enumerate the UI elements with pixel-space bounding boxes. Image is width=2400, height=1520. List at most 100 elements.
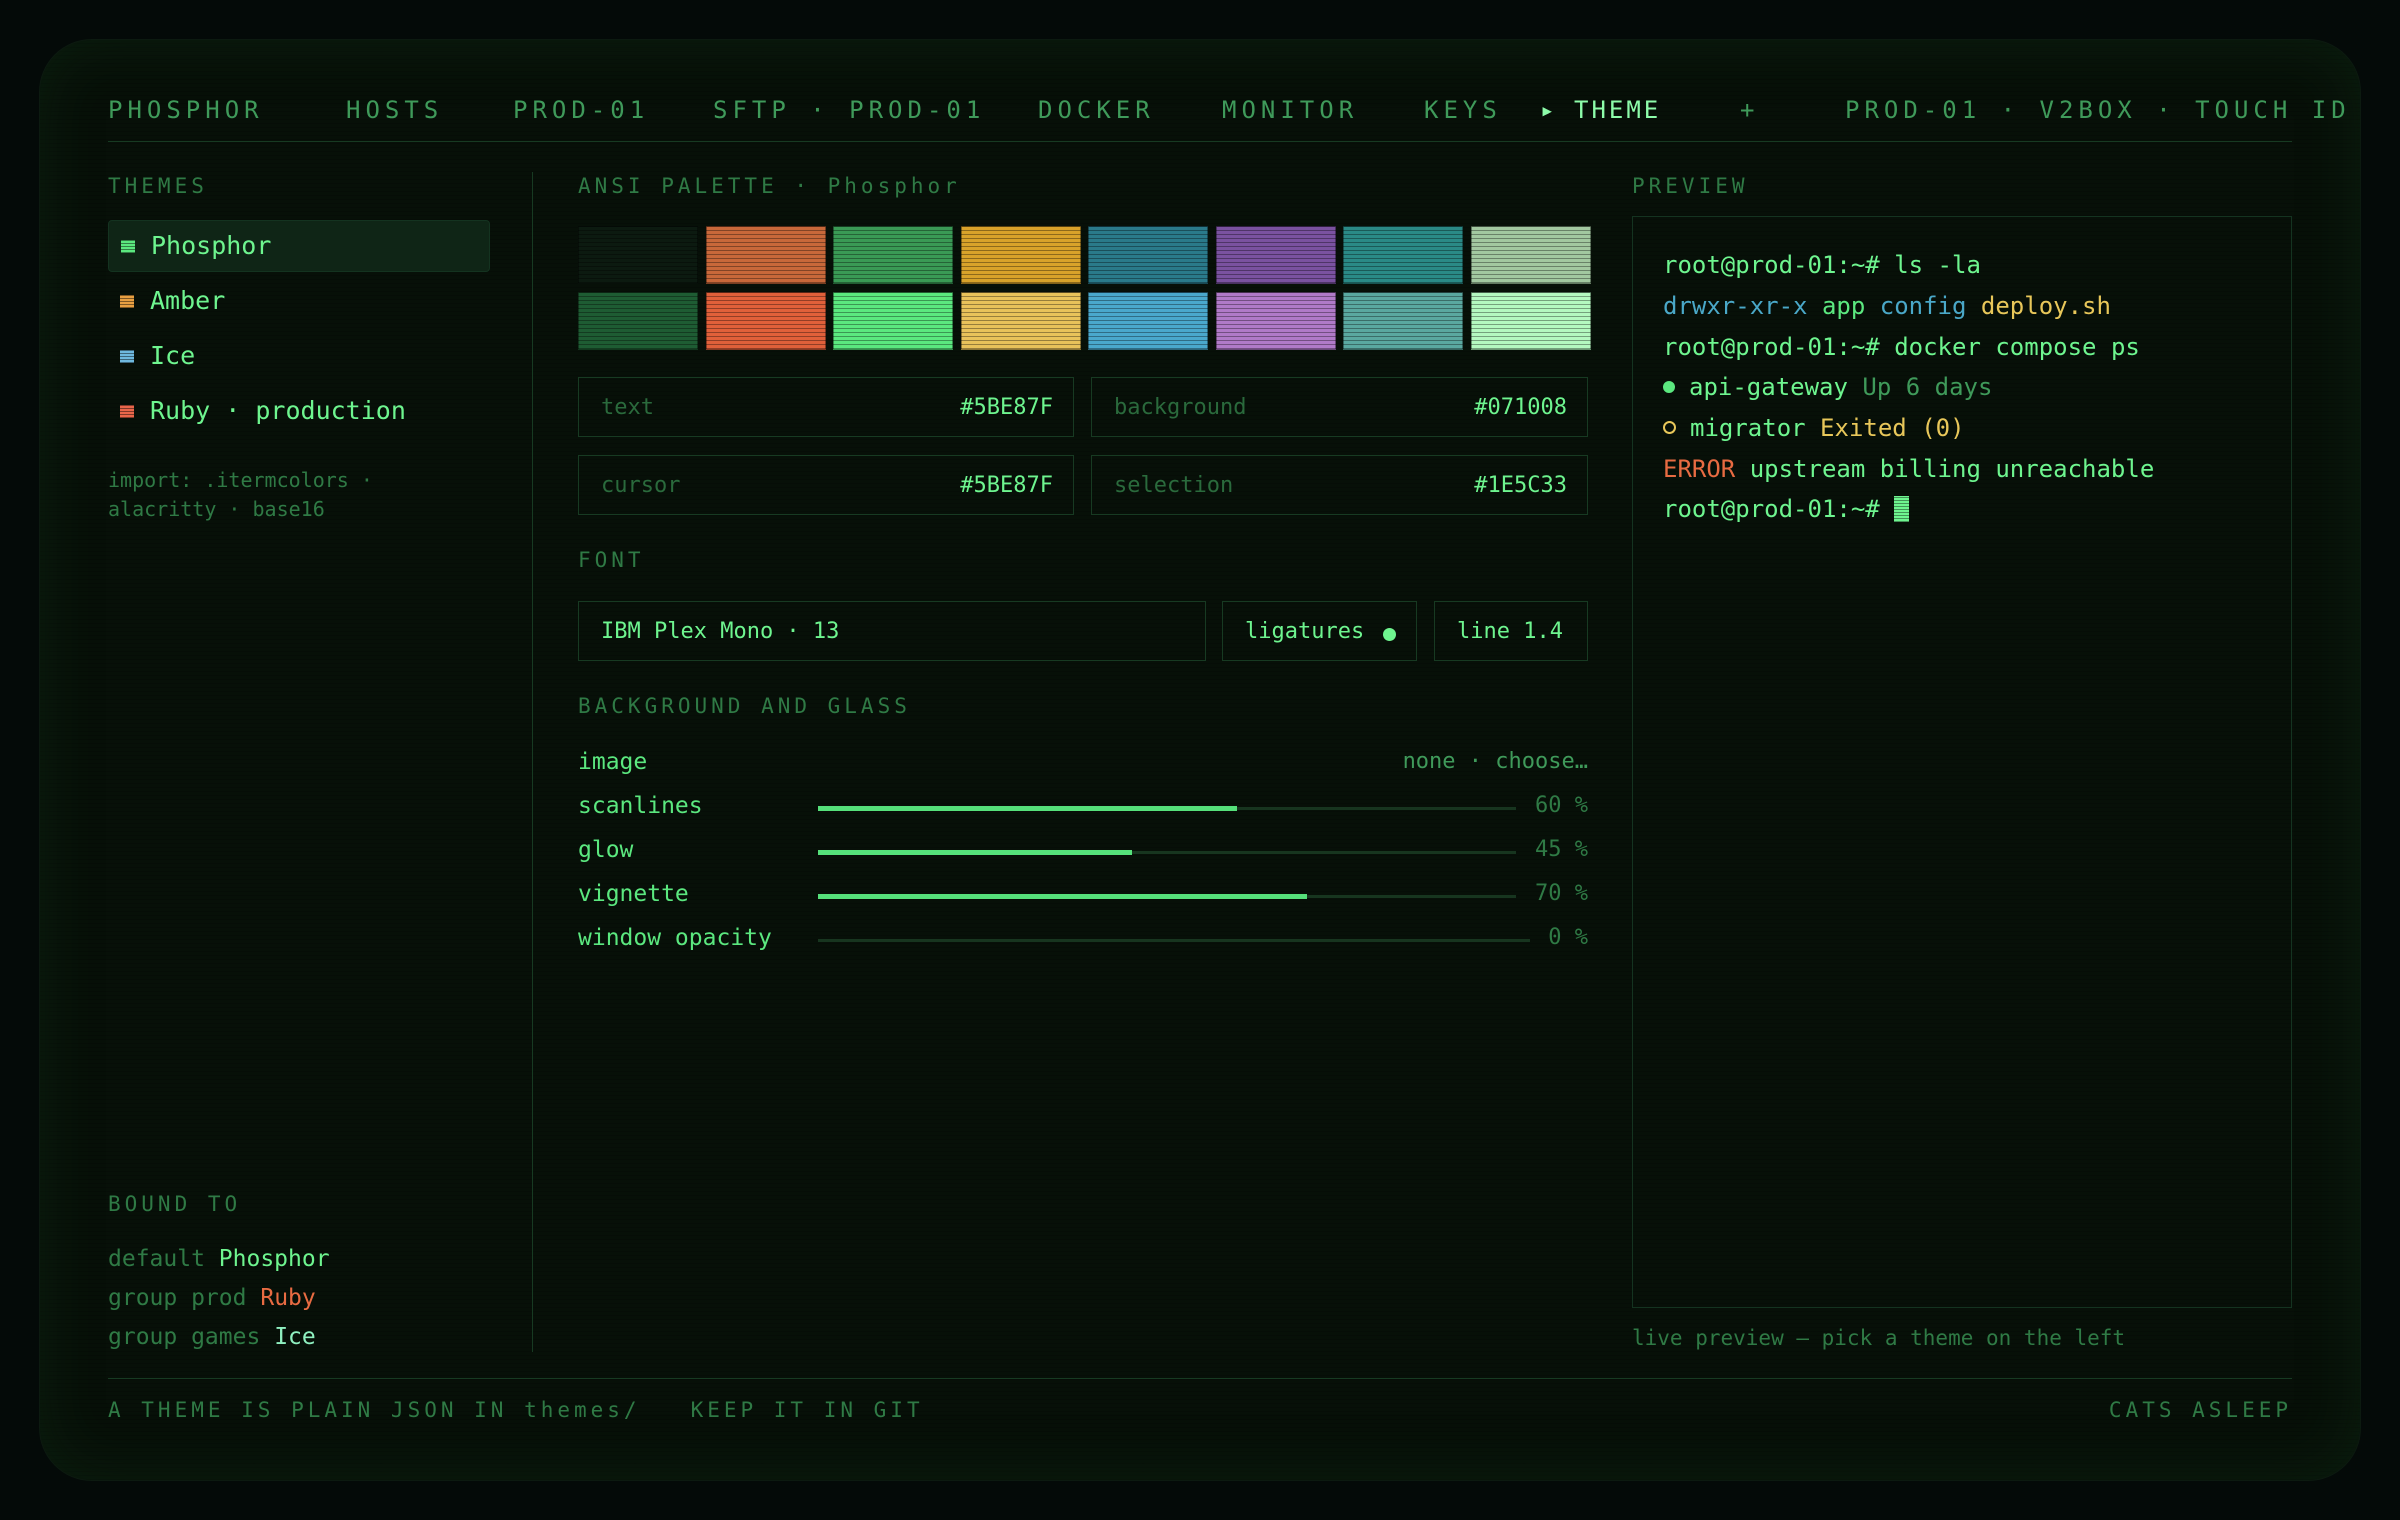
ansi-swatch-7[interactable] <box>1470 226 1591 284</box>
font-family-field[interactable]: IBM Plex Mono · 13 <box>578 601 1206 661</box>
file-name: deploy.sh <box>1966 292 2111 320</box>
service-status: Up 6 days <box>1847 373 1993 401</box>
cursor-color-field[interactable]: cursor #5BE87F <box>578 455 1074 515</box>
text-color-field[interactable]: text #5BE87F <box>578 377 1074 437</box>
line-height-field[interactable]: line 1.4 <box>1434 601 1588 661</box>
slider-track[interactable] <box>818 850 1516 855</box>
tab-monitor[interactable]: MONITOR <box>1222 96 1358 124</box>
slider-label: glow <box>578 837 634 863</box>
binding-scope: group games <box>108 1324 261 1350</box>
shell-command: ls -la <box>1879 251 1981 279</box>
ansi-swatch-0[interactable] <box>578 226 698 284</box>
add-tab-button[interactable]: + <box>1740 96 1759 124</box>
slider-row-glow: glow 45 % <box>578 831 1588 871</box>
binding-row[interactable]: default Phosphor <box>108 1240 330 1279</box>
ansi-swatch-1[interactable] <box>705 226 826 284</box>
slider-value: 70 % <box>1535 881 1588 906</box>
ansi-swatch-15[interactable] <box>1470 292 1591 350</box>
tab-theme[interactable]: THEME <box>1574 96 1661 124</box>
slider-fill <box>818 894 1307 899</box>
theme-name: Ice <box>150 341 196 370</box>
background-color-field[interactable]: background #071008 <box>1091 377 1588 437</box>
font-family-value: IBM Plex Mono · 13 <box>601 619 840 644</box>
active-tab-marker: ▸ <box>1540 96 1555 124</box>
sidebar-divider <box>532 172 533 1352</box>
binding-row[interactable]: group prod Ruby <box>108 1279 330 1318</box>
shell-prompt: root@prod-01:~# <box>1663 333 1880 361</box>
shell-prompt: root@prod-01:~# <box>1663 495 1895 523</box>
shell-prompt: root@prod-01:~# <box>1663 251 1880 279</box>
ligatures-label: ligatures <box>1245 619 1365 644</box>
theme-swatch-icon <box>120 350 134 363</box>
binding-row[interactable]: group games Ice <box>108 1318 330 1357</box>
ansi-swatch-3[interactable] <box>960 226 1081 284</box>
slider-track[interactable] <box>818 806 1516 811</box>
ansi-swatch-11[interactable] <box>960 292 1081 350</box>
slider-row-window-opacity: window opacity 0 % <box>578 919 1588 959</box>
palette-heading: ANSI PALETTE · Phosphor <box>578 174 961 198</box>
selection-color-field[interactable]: selection #1E5C33 <box>1091 455 1588 515</box>
theme-item-ruby-production[interactable]: Ruby · production <box>108 386 488 436</box>
service-name: migrator <box>1690 414 1806 442</box>
stopped-circle-icon <box>1663 421 1676 434</box>
preview-line: root@prod-01:~# ls -la <box>1663 251 1981 279</box>
nav-divider <box>108 141 2292 142</box>
ansi-swatch-12[interactable] <box>1088 292 1208 350</box>
ansi-swatch-9[interactable] <box>705 292 826 350</box>
theme-item-amber[interactable]: Amber <box>108 276 488 326</box>
ansi-swatch-10[interactable] <box>833 292 953 350</box>
connection-status: PROD-01 · V2BOX · TOUCH ID <box>1845 96 2351 124</box>
ansi-swatch-6[interactable] <box>1343 226 1463 284</box>
error-tag: ERROR <box>1663 455 1736 483</box>
shell-command: docker compose ps <box>1879 333 2140 361</box>
field-value: #5BE87F <box>960 395 1053 420</box>
ansi-swatch-5[interactable] <box>1215 226 1336 284</box>
bindings-list: default Phosphor group prod Ruby group g… <box>108 1240 330 1357</box>
tab-docker[interactable]: DOCKER <box>1038 96 1155 124</box>
slider-row-scanlines: scanlines 60 % <box>578 787 1588 827</box>
ligatures-toggle[interactable]: ligatures <box>1222 601 1417 661</box>
theme-item-ice[interactable]: Ice <box>108 331 488 381</box>
footer-note: A THEME IS PLAIN JSON IN themes/KEEP IT … <box>108 1398 924 1422</box>
running-dot-icon <box>1663 381 1675 393</box>
field-label: cursor <box>601 473 681 498</box>
error-message: upstream billing unreachable <box>1735 455 2155 483</box>
tab-sftp-prod-01[interactable]: SFTP · PROD-01 <box>713 96 985 124</box>
slider-label: window opacity <box>578 925 772 951</box>
slider-row-vignette: vignette 70 % <box>578 875 1588 915</box>
top-nav: PHOSPHOR HOSTS PROD-01 SFTP · PROD-01 DO… <box>108 96 2346 132</box>
dir-name: app <box>1807 292 1866 320</box>
service-name: api-gateway <box>1689 373 1848 401</box>
file-permissions: drwxr-xr-x <box>1663 292 1808 320</box>
slider-track[interactable] <box>818 894 1516 899</box>
field-value: #5BE87F <box>960 473 1053 498</box>
preview-heading: PREVIEW <box>1632 174 1749 198</box>
tab-keys[interactable]: KEYS <box>1424 96 1502 124</box>
choose-image-link[interactable]: none · choose… <box>1403 749 1588 774</box>
theme-name: Phosphor <box>151 231 272 260</box>
slider-value: 45 % <box>1535 837 1588 862</box>
footer-divider <box>108 1378 2292 1379</box>
preview-line: root@prod-01:~# docker compose ps <box>1663 333 2140 361</box>
ansi-swatch-13[interactable] <box>1215 292 1336 350</box>
import-formats[interactable]: import: .itermcolors · alacritty · base1… <box>108 466 373 524</box>
slider-label: vignette <box>578 881 689 907</box>
tab-hosts[interactable]: HOSTS <box>346 96 443 124</box>
tab-prod-01[interactable]: PROD-01 <box>513 96 649 124</box>
binding-theme: Ice <box>274 1324 316 1350</box>
ansi-swatch-4[interactable] <box>1088 226 1208 284</box>
footer-text: A THEME IS PLAIN JSON IN themes/ <box>108 1398 641 1422</box>
font-heading: FONT <box>578 548 645 572</box>
background-image-row: image none · choose… <box>578 743 1588 783</box>
binding-scope: default <box>108 1246 205 1272</box>
preview-caption: live preview — pick a theme on the left <box>1632 1326 2126 1350</box>
theme-item-phosphor[interactable]: Phosphor <box>108 220 490 272</box>
theme-swatch-icon <box>121 240 135 253</box>
image-label: image <box>578 749 648 775</box>
ansi-swatch-2[interactable] <box>833 226 953 284</box>
theme-name: Ruby · production <box>150 396 406 425</box>
ansi-swatch-8[interactable] <box>578 292 698 350</box>
ansi-swatch-14[interactable] <box>1343 292 1463 350</box>
field-label: background <box>1114 395 1247 420</box>
slider-track[interactable] <box>818 939 1530 942</box>
